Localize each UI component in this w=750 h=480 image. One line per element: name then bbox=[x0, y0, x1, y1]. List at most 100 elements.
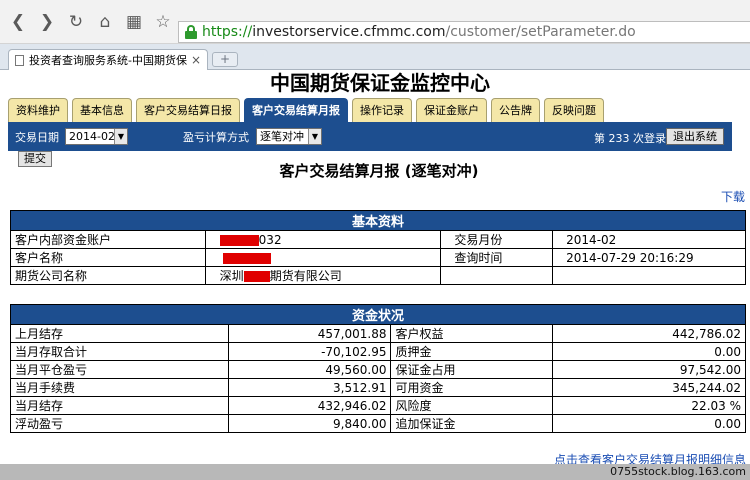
tab-monthly-report[interactable]: 客户交易结算月报 bbox=[244, 98, 348, 122]
table-row: 上月结存 457,001.88 客户权益 442,786.02 bbox=[10, 324, 746, 343]
table-row: 期货公司名称 深圳 期货有限公司 bbox=[10, 266, 746, 285]
query-bar: 交易日期 2014-02 ▼ 盈亏计算方式 逐笔对冲 ▼ 第 233 次登录 退出系… bbox=[8, 122, 732, 151]
fund-label: 风险度 bbox=[390, 396, 554, 415]
tab-daily-report[interactable]: 客户交易结算日报 bbox=[136, 98, 240, 122]
login-count: 233 bbox=[608, 132, 630, 145]
tab-profile[interactable]: 资料维护 bbox=[8, 98, 68, 122]
fund-value: 97,542.00 bbox=[552, 360, 746, 379]
page-icon bbox=[15, 54, 24, 66]
logout-button[interactable]: 退出系统 bbox=[666, 128, 724, 145]
basic-info-heading: 基本资料 bbox=[10, 210, 746, 231]
method-label: 盈亏计算方式 bbox=[183, 130, 249, 144]
tab-margin-account[interactable]: 保证金账户 bbox=[416, 98, 487, 122]
site-title: 中国期货保证金监控中心 bbox=[270, 71, 490, 95]
fund-label: 浮动盈亏 bbox=[10, 414, 229, 433]
company-prefix: 深圳 bbox=[219, 269, 244, 283]
table-row: 客户内部资金账户 032 交易月份 2014-02 bbox=[10, 230, 746, 249]
tab-bulletin[interactable]: 公告牌 bbox=[491, 98, 540, 122]
fund-label: 当月存取合计 bbox=[10, 342, 229, 361]
fund-label: 客户权益 bbox=[390, 324, 554, 343]
close-icon[interactable]: × bbox=[191, 53, 201, 67]
fund-label: 当月平仓盈亏 bbox=[10, 360, 229, 379]
month-value: 2014-02 bbox=[552, 230, 746, 249]
star-icon[interactable]: ☆ bbox=[151, 10, 175, 34]
fund-status-table: 资金状况 上月结存 457,001.88 客户权益 442,786.02 当月存… bbox=[10, 304, 746, 433]
fund-label: 追加保证金 bbox=[390, 414, 554, 433]
table-row: 客户名称 查询时间 2014-07-29 20:16:29 bbox=[10, 248, 746, 267]
login-prefix: 第 bbox=[594, 132, 605, 145]
fund-value: 49,560.00 bbox=[227, 360, 392, 379]
url-host: investorservice.cfmmc.com bbox=[252, 24, 446, 40]
browser-tab-title: 投资者查询服务系统-中国期货保 bbox=[29, 54, 187, 67]
table-row: 当月平仓盈亏 49,560.00 保证金占用 97,542.00 bbox=[10, 360, 746, 379]
browser-tab[interactable]: 投资者查询服务系统-中国期货保 × bbox=[8, 49, 208, 70]
url-path: /customer/setParameter.do bbox=[445, 24, 636, 40]
redaction-block bbox=[222, 252, 271, 264]
month-label: 交易月份 bbox=[440, 230, 554, 249]
method-select[interactable]: 逐笔对冲 ▼ bbox=[256, 128, 322, 145]
chevron-down-icon: ▼ bbox=[114, 129, 127, 144]
chevron-down-icon: ▼ bbox=[308, 129, 321, 144]
fund-value: 22.03 % bbox=[552, 396, 746, 415]
forward-arrow-icon[interactable]: ❯ bbox=[35, 10, 59, 34]
fund-label: 当月结存 bbox=[10, 396, 229, 415]
fund-label: 保证金占用 bbox=[390, 360, 554, 379]
url-scheme: https:// bbox=[202, 24, 253, 40]
fund-label: 当月手续费 bbox=[10, 378, 229, 397]
lock-icon bbox=[185, 25, 197, 39]
table-row: 浮动盈亏 9,840.00 追加保证金 0.00 bbox=[10, 414, 746, 433]
fund-value: 0.00 bbox=[552, 342, 746, 361]
fund-status-heading: 资金状况 bbox=[10, 304, 746, 325]
table-row: 当月存取合计 -70,102.95 质押金 0.00 bbox=[10, 342, 746, 361]
bookmark-manager-icon[interactable]: ▦ bbox=[122, 10, 146, 34]
account-value: 032 bbox=[204, 230, 442, 249]
fund-value: 457,001.88 bbox=[227, 324, 392, 343]
empty-cell bbox=[552, 266, 746, 285]
fund-value: 3,512.91 bbox=[227, 378, 392, 397]
basic-info-table: 基本资料 客户内部资金账户 032 交易月份 2014-02 客户名称 查询时间… bbox=[10, 210, 746, 285]
company-suffix: 期货有限公司 bbox=[269, 269, 342, 283]
fund-value: 442,786.02 bbox=[552, 324, 746, 343]
account-value-tail: 032 bbox=[258, 232, 282, 247]
fund-value: 345,244.02 bbox=[552, 378, 746, 397]
fund-label: 质押金 bbox=[390, 342, 554, 361]
home-icon[interactable]: ⌂ bbox=[93, 10, 117, 34]
redaction-block bbox=[243, 271, 270, 282]
company-label: 期货公司名称 bbox=[10, 266, 206, 285]
date-select-value: 2014-02 bbox=[69, 130, 115, 143]
fund-value: 432,946.02 bbox=[227, 396, 392, 415]
tab-feedback[interactable]: 反映问题 bbox=[544, 98, 604, 122]
new-tab-button[interactable]: + bbox=[212, 52, 238, 67]
main-tabs: 资料维护 基本信息 客户交易结算日报 客户交易结算月报 操作记录 保证金账户 公… bbox=[8, 98, 608, 122]
table-row: 当月手续费 3,512.91 可用资金 345,244.02 bbox=[10, 378, 746, 397]
download-link[interactable]: 下载 bbox=[721, 188, 745, 205]
table-header-row: 基本资料 bbox=[10, 210, 746, 231]
fund-value: 9,840.00 bbox=[227, 414, 392, 433]
tab-basic-info[interactable]: 基本信息 bbox=[72, 98, 132, 122]
fund-value: 0.00 bbox=[552, 414, 746, 433]
account-label: 客户内部资金账户 bbox=[10, 230, 206, 249]
fund-label: 上月结存 bbox=[10, 324, 229, 343]
fund-label: 可用资金 bbox=[390, 378, 554, 397]
date-label: 交易日期 bbox=[15, 130, 59, 144]
table-row: 当月结存 432,946.02 风险度 22.03 % bbox=[10, 396, 746, 415]
fund-value: -70,102.95 bbox=[227, 342, 392, 361]
login-count-text: 第 233 次登录 bbox=[594, 130, 666, 146]
company-value: 深圳 期货有限公司 bbox=[204, 266, 442, 285]
reload-icon[interactable]: ↻ bbox=[64, 10, 88, 34]
query-time-label: 查询时间 bbox=[440, 248, 554, 267]
address-bar[interactable]: https://investorservice.cfmmc.com/custom… bbox=[178, 21, 750, 43]
report-title: 客户交易结算月报 (逐笔对冲) bbox=[279, 162, 479, 180]
table-header-row: 资金状况 bbox=[10, 304, 746, 325]
browser-tab-strip: 投资者查询服务系统-中国期货保 × + bbox=[0, 44, 750, 70]
query-time-value: 2014-07-29 20:16:29 bbox=[552, 248, 746, 267]
back-arrow-icon[interactable]: ❮ bbox=[6, 10, 30, 34]
date-select[interactable]: 2014-02 ▼ bbox=[65, 128, 128, 145]
empty-cell bbox=[440, 266, 554, 285]
tab-operation-log[interactable]: 操作记录 bbox=[352, 98, 412, 122]
method-select-value: 逐笔对冲 bbox=[260, 130, 304, 143]
redaction-block bbox=[219, 234, 259, 246]
customer-name-value bbox=[204, 248, 442, 267]
watermark-footer: 0755stock.blog.163.com bbox=[0, 464, 750, 480]
customer-name-label: 客户名称 bbox=[10, 248, 206, 267]
